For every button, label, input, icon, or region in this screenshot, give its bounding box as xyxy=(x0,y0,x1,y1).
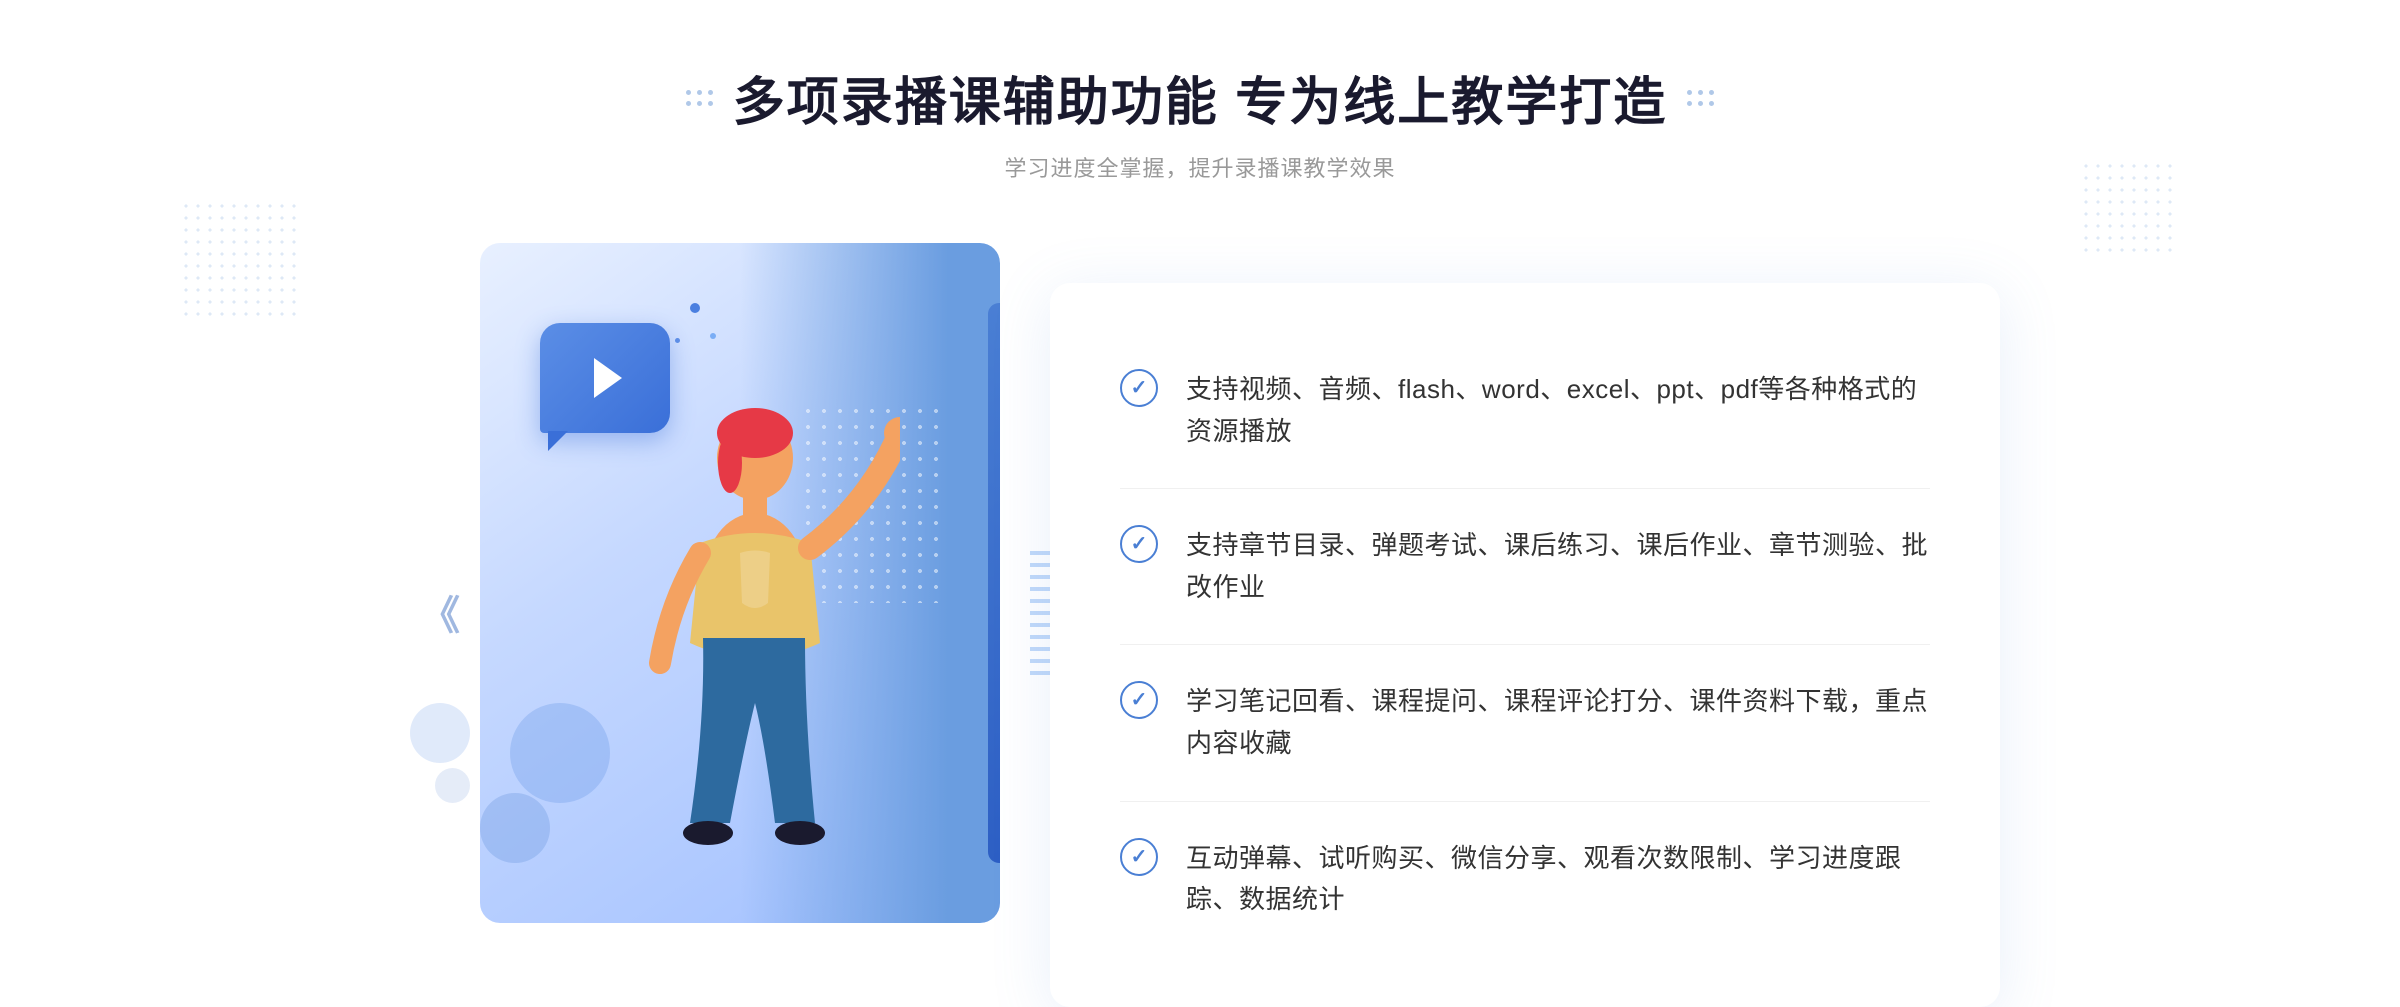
left-chevron-decoration: 《 xyxy=(420,583,452,641)
check-icon-4: ✓ xyxy=(1120,838,1158,876)
header-section: 多项录播课辅助功能 专为线上教学打造 学习进度全掌握，提升录播课教学效果 xyxy=(686,60,1714,183)
circle-decoration-2 xyxy=(480,793,550,863)
circle-decoration-1 xyxy=(510,703,610,803)
main-content: 《 xyxy=(400,243,2000,1007)
illustration-area: 《 xyxy=(400,243,1080,963)
feature-item-1: ✓ 支持视频、音频、flash、word、excel、ppt、pdf等各种格式的… xyxy=(1120,333,1930,489)
feature-text-4: 互动弹幕、试听购买、微信分享、观看次数限制、学习进度跟踪、数据统计 xyxy=(1186,838,1930,921)
outer-circle-deco-2 xyxy=(435,768,470,803)
play-bubble xyxy=(540,323,670,433)
dots-decoration-right xyxy=(2080,160,2180,260)
feature-text-2: 支持章节目录、弹题考试、课后练习、课后作业、章节测验、批改作业 xyxy=(1186,525,1930,608)
check-icon-2: ✓ xyxy=(1120,525,1158,563)
sparkle-dot-3 xyxy=(675,338,680,343)
feature-item-3: ✓ 学习笔记回看、课程提问、课程评论打分、课件资料下载，重点内容收藏 xyxy=(1120,645,1930,801)
main-title: 多项录播课辅助功能 专为线上教学打造 xyxy=(733,60,1667,135)
header-dots-left xyxy=(686,90,713,106)
page-container: 多项录播课辅助功能 专为线上教学打造 学习进度全掌握，提升录播课教学效果 《 xyxy=(0,0,2400,974)
feature-item-2: ✓ 支持章节目录、弹题考试、课后练习、课后作业、章节测验、批改作业 xyxy=(1120,489,1930,645)
header-subtitle: 学习进度全掌握，提升录播课教学效果 xyxy=(686,151,1714,183)
play-icon xyxy=(594,358,622,398)
sparkle-dot-2 xyxy=(710,333,716,339)
character-illustration xyxy=(600,403,900,908)
blue-vertical-bar xyxy=(988,303,1000,863)
header-decorators: 多项录播课辅助功能 专为线上教学打造 xyxy=(686,60,1714,135)
features-card: ✓ 支持视频、音频、flash、word、excel、ppt、pdf等各种格式的… xyxy=(1050,283,2000,1007)
chevron-left-icon: 《 xyxy=(420,594,452,638)
feature-item-4: ✓ 互动弹幕、试听购买、微信分享、观看次数限制、学习进度跟踪、数据统计 xyxy=(1120,802,1930,957)
feature-text-3: 学习笔记回看、课程提问、课程评论打分、课件资料下载，重点内容收藏 xyxy=(1186,681,1930,764)
feature-text-1: 支持视频、音频、flash、word、excel、ppt、pdf等各种格式的资源… xyxy=(1186,369,1930,452)
dots-decoration-left xyxy=(180,200,300,320)
illustration-card xyxy=(480,243,1000,923)
check-icon-1: ✓ xyxy=(1120,369,1158,407)
sparkle-dot-1 xyxy=(690,303,700,313)
check-icon-3: ✓ xyxy=(1120,681,1158,719)
outer-circle-deco xyxy=(410,703,470,763)
header-dots-right xyxy=(1687,90,1714,106)
